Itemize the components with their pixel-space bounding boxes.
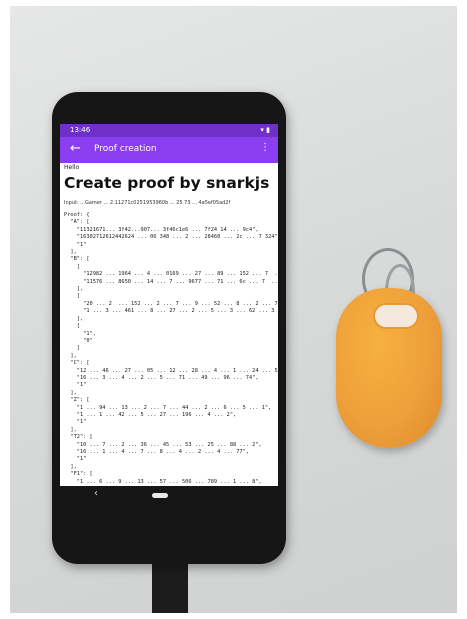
phone-screen: 13:46 ▾ ▮ ← Proof creation ⋮ Hello Creat… xyxy=(60,124,278,486)
app-bar: ← Proof creation ⋮ xyxy=(60,137,278,163)
nav-home-icon[interactable] xyxy=(152,493,168,498)
hello-text: Hello xyxy=(64,164,80,171)
page-heading: Create proof by snarkjs xyxy=(64,174,270,192)
signal-battery-icon: ▾ ▮ xyxy=(260,126,270,134)
status-bar: 13:46 ▾ ▮ xyxy=(60,124,278,137)
proof-output: Proof: { "A": [ "11321671... 3f42...907.… xyxy=(64,212,278,485)
app-bar-title: Proof creation xyxy=(94,144,157,154)
more-vert-icon[interactable]: ⋮ xyxy=(260,142,270,153)
fob-hole xyxy=(373,303,419,329)
arrow-back-icon[interactable]: ← xyxy=(70,141,81,156)
status-time: 13:46 xyxy=(70,126,91,134)
navigation-bar: ‹ xyxy=(60,486,278,506)
input-text: Input: ...Gamer ... 2.11271c0251953960b … xyxy=(64,200,231,206)
nav-back-icon[interactable]: ‹ xyxy=(94,488,98,499)
